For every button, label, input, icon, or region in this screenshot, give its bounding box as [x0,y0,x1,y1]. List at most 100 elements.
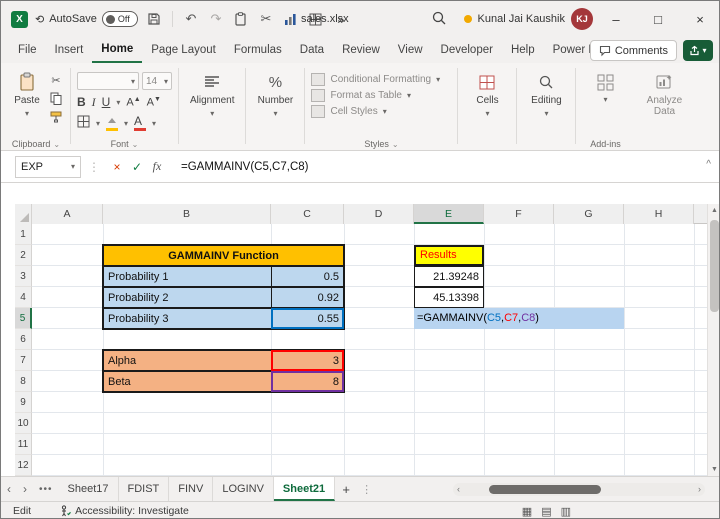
row-header-7[interactable]: 7 [15,350,32,371]
cell-B4[interactable]: Probability 2 [103,287,272,308]
vertical-scrollbar[interactable]: ▲ ▼ [707,204,720,476]
formula-input[interactable]: =GAMMAINV(C5,C7,C8) [181,161,308,173]
vertical-scrollbar-thumb[interactable] [710,220,719,312]
cell-C4[interactable]: 0.92 [271,287,344,308]
row-header-5[interactable]: 5 [15,308,32,329]
tab-home[interactable]: Home [92,37,142,63]
conditional-formatting-button[interactable]: Conditional Formatting ▾ [311,73,440,86]
cell-B8[interactable]: Beta [103,371,272,392]
grow-font-button[interactable]: A▲ [126,96,140,109]
column-header-D[interactable]: D [344,204,414,224]
page-break-view-icon[interactable]: ▥ [561,505,571,518]
paste-qat-icon[interactable] [232,10,250,28]
autosave-toggle[interactable]: Off [102,11,138,27]
sheet-tab-fdist[interactable]: FDIST [119,477,170,501]
font-size-select[interactable]: 14▾ [142,72,172,90]
editing-button[interactable]: Editing ▾ [523,67,569,118]
cell-E4[interactable]: 45.13398 [414,287,484,308]
cancel-entry-button[interactable]: × [107,156,127,178]
cut-icon[interactable]: ✂ [48,74,64,87]
tab-file[interactable]: File [9,37,46,63]
scroll-up-icon[interactable]: ▲ [708,204,720,217]
sheet-tab-loginv[interactable]: LOGINV [213,477,274,501]
format-painter-icon[interactable] [48,110,64,123]
maximize-button[interactable]: □ [637,1,679,37]
accessibility-status[interactable]: Accessibility: Investigate [59,505,189,517]
format-as-table-button[interactable]: Format as Table ▾ [311,89,440,102]
horizontal-scrollbar-thumb[interactable] [489,485,601,494]
cell-C8[interactable]: 8 [271,371,344,392]
sheet-more-icon[interactable]: ••• [39,484,53,495]
close-button[interactable]: × [679,1,720,37]
cell-C3[interactable]: 0.5 [271,266,344,287]
scroll-right-icon[interactable]: › [698,483,701,496]
cell-E5-edit[interactable]: =GAMMAINV(C5,C7,C8) [414,308,624,329]
cell-C5[interactable]: 0.55 [271,308,344,329]
dialog-launcher-icon[interactable]: ⌄ [132,140,139,149]
cell-B5[interactable]: Probability 3 [103,308,272,329]
addins-button[interactable]: ▾ [582,67,628,104]
tab-data[interactable]: Data [291,37,333,63]
font-name-select[interactable]: ▾ [77,72,139,90]
share-button[interactable]: ▾ [683,40,713,61]
cell-E2[interactable]: Results [414,245,484,266]
comments-button[interactable]: Comments [590,40,677,61]
chevron-down-icon[interactable]: ▾ [124,119,128,128]
chevron-down-icon[interactable]: ▾ [96,119,100,128]
italic-button[interactable]: I [92,95,96,110]
analyze-data-button[interactable]: Analyze Data [638,67,690,117]
sheet-nav-right-icon[interactable]: › [17,482,33,496]
alignment-button[interactable]: Alignment ▾ [185,67,239,118]
bold-button[interactable]: B [77,95,86,109]
tab-page-layout[interactable]: Page Layout [142,37,225,63]
sheet-nav-left-icon[interactable]: ‹ [1,482,17,496]
column-header-G[interactable]: G [554,204,624,224]
font-color-button[interactable]: A [134,116,146,131]
dialog-launcher-icon[interactable]: ⌄ [392,140,399,149]
column-header-C[interactable]: C [271,204,344,224]
chevron-down-icon[interactable]: ▾ [152,119,156,128]
row-header-11[interactable]: 11 [15,434,32,455]
normal-view-icon[interactable]: ▦ [522,505,532,518]
row-header-8[interactable]: 8 [15,371,32,392]
undo-icon[interactable]: ↶ [182,10,200,28]
cell-B2[interactable]: GAMMAINV Function [103,245,344,266]
name-box[interactable]: EXP ▾ [15,156,81,178]
borders-button[interactable] [77,115,90,131]
row-header-4[interactable]: 4 [15,287,32,308]
chevron-down-icon[interactable]: ▾ [116,98,120,107]
collapse-formula-bar-icon[interactable]: ^ [706,159,711,170]
number-button[interactable]: % Number ▾ [252,67,298,118]
cut-qat-icon[interactable]: ✂ [257,10,275,28]
avatar[interactable]: KJ [571,8,593,30]
row-header-2[interactable]: 2 [15,245,32,266]
sheet-tab-finv[interactable]: FINV [169,477,213,501]
cell-C7[interactable]: 3 [271,350,344,371]
confirm-entry-button[interactable]: ✓ [127,156,147,178]
tabbar-splitter[interactable]: ⋮ [361,483,372,496]
fill-color-button[interactable] [106,116,118,131]
select-all-corner[interactable] [15,204,32,224]
tab-view[interactable]: View [389,37,432,63]
save-icon[interactable] [145,10,163,28]
tab-developer[interactable]: Developer [432,37,502,63]
cells-button[interactable]: Cells ▾ [464,67,510,118]
row-header-3[interactable]: 3 [15,266,32,287]
column-header-A[interactable]: A [32,204,103,224]
cell-styles-button[interactable]: Cell Styles ▾ [311,105,440,118]
cell-B7[interactable]: Alpha [103,350,272,371]
page-layout-view-icon[interactable]: ▤ [541,505,551,518]
column-header-B[interactable]: B [103,204,271,224]
copy-icon[interactable] [48,92,64,105]
cell-E3[interactable]: 21.39248 [414,266,484,287]
cell-B3[interactable]: Probability 1 [103,266,272,287]
column-header-F[interactable]: F [484,204,554,224]
tab-formulas[interactable]: Formulas [225,37,291,63]
formula-bar-handle[interactable]: ⋮ [88,160,100,174]
account-chip[interactable]: Kunal Jai Kaushik KJ [464,1,593,37]
sheet-tab-sheet17[interactable]: Sheet17 [59,477,119,501]
add-sheet-button[interactable]: + [335,482,357,497]
search-icon[interactable] [431,10,447,31]
row-header-1[interactable]: 1 [15,224,32,245]
sheet-tab-sheet21[interactable]: Sheet21 [274,477,335,501]
